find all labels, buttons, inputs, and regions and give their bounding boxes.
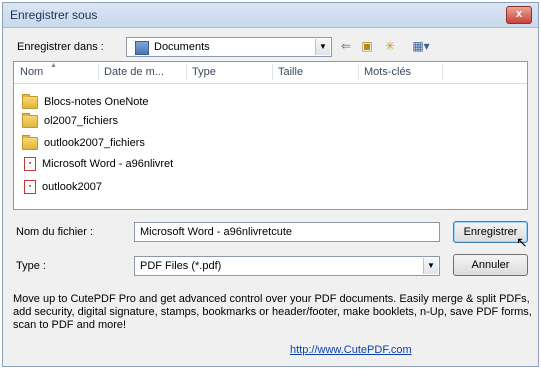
list-item[interactable]: ▪ Microsoft Word - a96nlivret: [22, 155, 173, 173]
save-in-value: Documents: [154, 41, 210, 53]
promo-text: Move up to CutePDF Pro and get advanced …: [13, 293, 532, 331]
view-menu-icon[interactable]: ▦▾: [407, 38, 435, 54]
chevron-down-icon[interactable]: ▼: [315, 39, 330, 55]
column-divider: [442, 64, 443, 80]
file-list[interactable]: Nom ▲ Date de m... Type Taille Mots-clés…: [13, 61, 528, 210]
save-as-dialog: Enregistrer sous x Enregistrer dans : Do…: [2, 2, 539, 367]
folder-icon: [22, 134, 38, 150]
back-arrow-icon[interactable]: ⇐: [337, 38, 355, 54]
chevron-down-icon[interactable]: ▼: [423, 258, 438, 274]
list-item[interactable]: outlook2007_fichiers: [22, 134, 145, 152]
pdf-file-icon: ▪: [24, 157, 36, 171]
pdf-file-icon: ▪: [24, 180, 36, 194]
filetype-value: PDF Files (*.pdf): [140, 260, 222, 272]
cutepdf-link[interactable]: http://www.CutePDF.com: [290, 344, 412, 356]
filename-label: Nom du fichier :: [16, 226, 94, 238]
item-name: outlook2007_fichiers: [44, 137, 145, 149]
list-item[interactable]: ▪ outlook2007: [22, 178, 102, 196]
list-item[interactable]: ol2007_fichiers: [22, 112, 118, 130]
column-divider: [98, 64, 99, 80]
new-folder-icon[interactable]: ✳: [381, 38, 399, 54]
column-header: Nom ▲ Date de m... Type Taille Mots-clés: [14, 62, 527, 84]
item-name: Blocs-notes OneNote: [44, 96, 149, 108]
column-divider: [186, 64, 187, 80]
cancel-button[interactable]: Annuler: [453, 254, 528, 276]
title-bar: Enregistrer sous x: [3, 3, 538, 28]
column-keywords[interactable]: Mots-clés: [364, 66, 411, 78]
filename-value: Microsoft Word - a96nlivretcute: [140, 226, 293, 238]
item-name: ol2007_fichiers: [44, 115, 118, 127]
column-size[interactable]: Taille: [278, 66, 303, 78]
list-item[interactable]: Blocs-notes OneNote: [22, 93, 149, 111]
window-title: Enregistrer sous: [10, 8, 98, 22]
item-name: outlook2007: [42, 181, 102, 193]
column-divider: [272, 64, 273, 80]
filetype-select[interactable]: PDF Files (*.pdf) ▼: [134, 256, 440, 276]
save-in-label: Enregistrer dans :: [17, 41, 104, 53]
filename-input[interactable]: Microsoft Word - a96nlivretcute: [134, 222, 440, 242]
folder-icon: [22, 112, 38, 128]
item-name: Microsoft Word - a96nlivret: [42, 158, 174, 170]
folder-icon: [22, 93, 38, 109]
mouse-cursor-icon: ↖: [516, 234, 528, 250]
column-name[interactable]: Nom: [20, 66, 43, 78]
column-divider: [358, 64, 359, 80]
save-in-combobox[interactable]: Documents ▼: [126, 37, 332, 57]
column-date[interactable]: Date de m...: [104, 66, 164, 78]
up-folder-icon[interactable]: ▣: [358, 38, 376, 54]
documents-icon: [135, 41, 149, 55]
filetype-label: Type :: [16, 260, 46, 272]
column-type[interactable]: Type: [192, 66, 216, 78]
close-button[interactable]: x: [506, 6, 532, 24]
sort-arrow-icon: ▲: [50, 62, 57, 69]
